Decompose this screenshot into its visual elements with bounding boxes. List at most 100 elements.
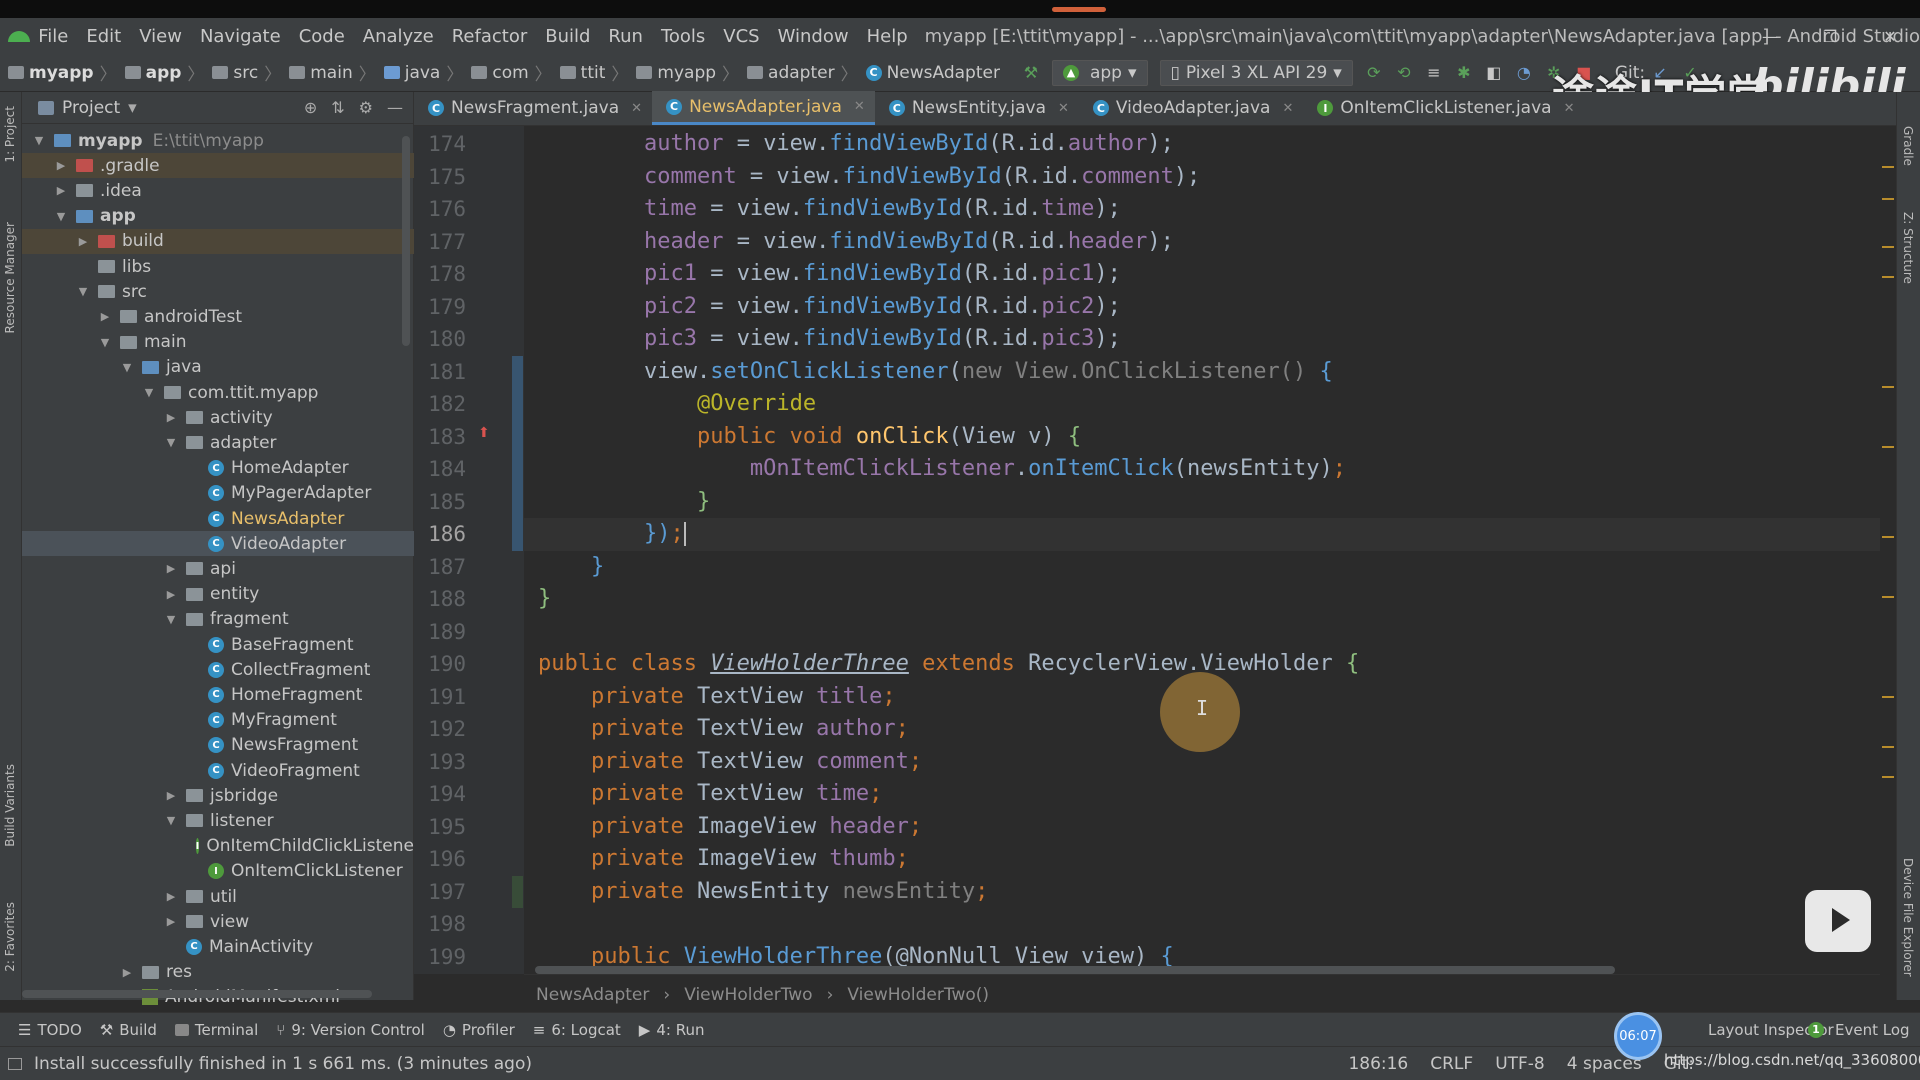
collapsed-arrow-icon[interactable]: ▶ (76, 235, 90, 248)
menu-analyze[interactable]: Analyze (354, 26, 443, 47)
restore-button[interactable]: ❐ (1800, 18, 1860, 54)
menu-tools[interactable]: Tools (652, 26, 714, 47)
apply-changes-icon[interactable]: ⟳ (1363, 62, 1385, 84)
menu-view[interactable]: View (130, 26, 191, 47)
structure-tab[interactable]: Z: Structure (1901, 212, 1915, 284)
nav-crumb-main[interactable]: main 〉 (285, 60, 379, 85)
gear-icon[interactable]: ⚙ (359, 98, 373, 117)
line-separator[interactable]: CRLF (1430, 1054, 1473, 1074)
gradle-tab[interactable]: Gradle (1901, 126, 1915, 166)
tree-item[interactable]: ▼ listener (22, 808, 414, 833)
breadcrumb-class[interactable]: NewsAdapter (536, 985, 649, 1005)
close-tab-icon[interactable]: ✕ (1564, 101, 1575, 116)
tree-item[interactable]: ▶ api (22, 556, 414, 581)
tree-item[interactable]: ▶ entity (22, 582, 414, 607)
nav-crumb-src[interactable]: src 〉 (208, 60, 285, 85)
hammer-build-icon[interactable]: ⚒ (1020, 62, 1042, 84)
tree-item[interactable]: C VideoAdapter (22, 531, 414, 557)
menu-build[interactable]: Build (536, 26, 599, 47)
tree-item[interactable]: C MyFragment (22, 708, 414, 733)
tree-item[interactable]: C VideoFragment (22, 758, 414, 783)
nav-crumb-myapp[interactable]: myapp 〉 (4, 60, 121, 85)
collapsed-arrow-icon[interactable]: ▶ (164, 562, 178, 575)
code-editor[interactable]: author = view.findViewById(R.id.author);… (524, 126, 1880, 974)
debug-icon[interactable]: ✱ (1453, 62, 1475, 84)
nav-crumb-app[interactable]: app 〉 (121, 60, 209, 85)
tree-item[interactable]: ▼ java (22, 355, 414, 380)
nav-crumb-adapter[interactable]: adapter 〉 (743, 60, 862, 85)
menu-run[interactable]: Run (599, 26, 652, 47)
caret-position[interactable]: 186:16 (1348, 1054, 1408, 1074)
tree-item[interactable]: ▶ .gradle (22, 153, 414, 179)
locate-icon[interactable]: ⊕ (304, 98, 317, 117)
collapsed-arrow-icon[interactable]: ▶ (164, 411, 178, 424)
attach-debugger-icon[interactable]: ◧ (1483, 62, 1505, 84)
menu-code[interactable]: Code (290, 26, 354, 47)
collapsed-arrow-icon[interactable]: ▶ (120, 966, 134, 979)
tree-item[interactable]: I OnItemChildClickListene (22, 834, 414, 859)
menu-help[interactable]: Help (858, 26, 917, 47)
override-gutter-icon[interactable]: ⬆ (478, 425, 490, 441)
terminal-tool-button[interactable]: Terminal (174, 1021, 258, 1039)
tree-item[interactable]: C HomeFragment (22, 682, 414, 707)
version-control-tool-button[interactable]: ⑂ 9: Version Control (276, 1021, 425, 1039)
tab-newsentity-java[interactable]: C NewsEntity.java ✕ (875, 91, 1079, 125)
tree-item[interactable]: ▶ build (22, 228, 414, 254)
expanded-arrow-icon[interactable]: ▼ (164, 613, 178, 626)
favorites-tab[interactable]: 2: Favorites (3, 902, 17, 972)
tree-item[interactable]: ▶ util (22, 884, 414, 909)
nav-crumb-ttit[interactable]: ttit 〉 (556, 60, 633, 85)
tree-item[interactable]: ▶ .idea (22, 178, 414, 203)
device-dropdown[interactable]: ▯ Pixel 3 XL API 29 ▾ (1159, 59, 1353, 86)
expanded-arrow-icon[interactable]: ▼ (98, 336, 112, 349)
tree-item[interactable]: ▶ jsbridge (22, 783, 414, 808)
tree-item[interactable]: ▶ view (22, 909, 414, 934)
expanded-arrow-icon[interactable]: ▼ (54, 210, 68, 223)
breadcrumb-inner-class[interactable]: ViewHolderTwo (684, 985, 812, 1005)
nav-crumb-newsadapter[interactable]: C NewsAdapter (862, 63, 1004, 83)
build-variants-tab[interactable]: Build Variants (3, 764, 17, 847)
profiler-tool-button[interactable]: ◔ Profiler (443, 1021, 515, 1039)
tree-item[interactable]: libs (22, 254, 414, 279)
tab-newsfragment-java[interactable]: C NewsFragment.java ✕ (414, 91, 652, 125)
tree-item[interactable]: ▼ myapp E:\ttit\myapp (22, 128, 414, 153)
tree-item[interactable]: C MyPagerAdapter (22, 481, 414, 506)
build-tool-button[interactable]: ⚒ Build (100, 1021, 157, 1039)
tree-item[interactable]: ▼ com.ttit.myapp (22, 380, 414, 405)
tree-item[interactable]: ▼ fragment (22, 607, 414, 632)
tab-videoadapter-java[interactable]: C VideoAdapter.java ✕ (1079, 91, 1303, 125)
event-log-button[interactable]: 1 Event Log (1808, 1021, 1910, 1039)
project-view-selector[interactable]: Project (62, 98, 120, 118)
collapsed-arrow-icon[interactable]: ▶ (54, 159, 68, 172)
run-config-dropdown[interactable]: ▲ app ▾ (1051, 59, 1148, 86)
collapsed-arrow-icon[interactable]: ▶ (164, 588, 178, 601)
menu-file[interactable]: File (29, 26, 77, 47)
error-stripe[interactable] (1880, 126, 1896, 974)
todo-tool-button[interactable]: ☰ TODO (18, 1021, 82, 1039)
tree-item[interactable]: ▼ app (22, 204, 414, 229)
nav-crumb-myapp[interactable]: myapp 〉 (632, 60, 743, 85)
menu-edit[interactable]: Edit (77, 26, 130, 47)
project-tool-tab[interactable]: 1: Project (3, 106, 17, 163)
collapse-icon[interactable]: ⇅ (331, 98, 344, 117)
tree-item[interactable]: ▶ activity (22, 405, 414, 430)
tree-item[interactable]: ▼ main (22, 330, 414, 355)
project-horizontal-scrollbar[interactable] (22, 990, 372, 998)
tree-item[interactable]: C NewsAdapter (22, 506, 414, 531)
menu-window[interactable]: Window (769, 26, 858, 47)
expanded-arrow-icon[interactable]: ▼ (164, 814, 178, 827)
status-toggle-icon[interactable] (8, 1057, 22, 1070)
collapsed-arrow-icon[interactable]: ▶ (54, 184, 68, 197)
menu-navigate[interactable]: Navigate (191, 26, 290, 47)
tree-item[interactable]: C HomeAdapter (22, 456, 414, 481)
structure-icon[interactable]: ≡ (1423, 62, 1445, 84)
file-encoding[interactable]: UTF-8 (1495, 1054, 1545, 1074)
expanded-arrow-icon[interactable]: ▼ (76, 285, 90, 298)
tree-item[interactable]: C CollectFragment (22, 657, 414, 682)
run-tool-button[interactable]: ▶ 4: Run (639, 1021, 705, 1039)
tree-item[interactable]: ▼ adapter (22, 430, 414, 455)
chevron-down-icon[interactable]: ▾ (128, 98, 137, 118)
tree-item[interactable]: ▶ res (22, 960, 414, 985)
tree-item[interactable]: ▶ androidTest (22, 304, 414, 329)
expanded-arrow-icon[interactable]: ▼ (32, 134, 46, 147)
